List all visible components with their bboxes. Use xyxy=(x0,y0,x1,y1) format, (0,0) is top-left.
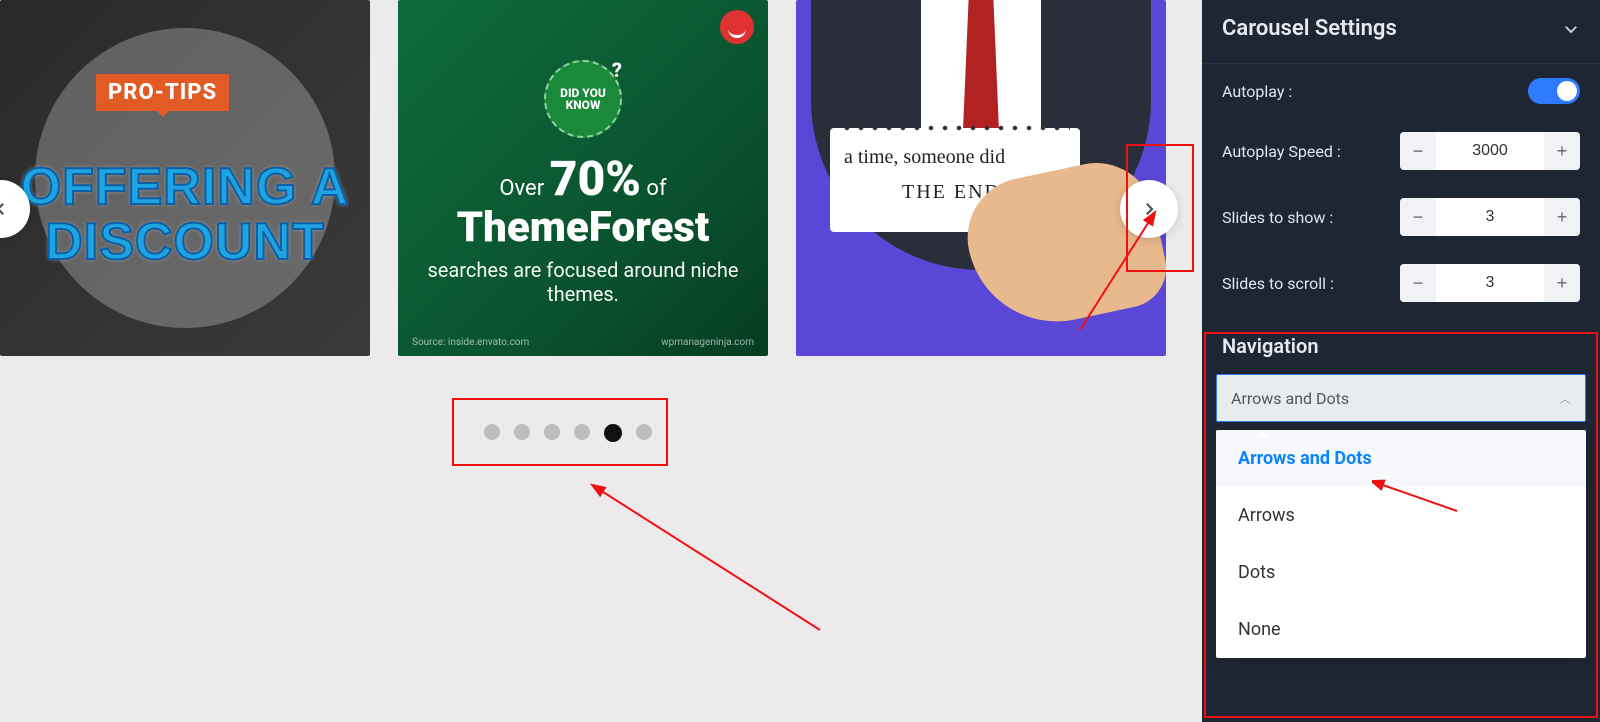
slide2-footer-right: wpmanageninja.com xyxy=(661,337,754,348)
smile-icon xyxy=(720,10,754,44)
slide2-footer: Source: inside.envato.com wpmanageninja.… xyxy=(412,337,754,348)
slide2-line1: Over 70% of xyxy=(422,150,744,207)
slide1-headline-line1: OFFERING A xyxy=(21,158,350,216)
slides-to-show-label: Slides to show : xyxy=(1222,208,1333,227)
autoplay-speed-stepper: − + xyxy=(1400,132,1580,170)
slide2-line3: searches are focused around niche themes… xyxy=(422,258,744,306)
carousel-dot[interactable] xyxy=(514,424,530,440)
slides-to-scroll-row: Slides to scroll : − + xyxy=(1202,250,1600,316)
carousel-dot[interactable] xyxy=(636,424,652,440)
navigation-option[interactable]: Arrows and Dots xyxy=(1216,430,1586,487)
carousel-track: PRO-TIPS OFFERING A DISCOUNT DID YOU KNO… xyxy=(0,0,1202,360)
slides-to-show-row: Slides to show : − + xyxy=(1202,184,1600,250)
navigation-option[interactable]: None xyxy=(1216,601,1586,658)
autoplay-speed-row: Autoplay Speed : − + xyxy=(1202,118,1600,184)
carousel-slide: PRO-TIPS OFFERING A DISCOUNT xyxy=(0,0,370,356)
slide2-line2: ThemeForest xyxy=(422,203,744,252)
navigation-dropdown: Arrows and Dots Arrows Dots None xyxy=(1216,430,1586,658)
chevron-right-icon xyxy=(1140,200,1158,218)
slide2-text: Over 70% of ThemeForest searches are foc… xyxy=(398,150,768,306)
autoplay-row: Autoplay : xyxy=(1202,64,1600,118)
slide2-line1-post: of xyxy=(641,176,667,201)
didyou-line2: KNOW xyxy=(566,99,601,111)
annotation-arrow xyxy=(580,470,840,650)
did-you-know-badge: DID YOU KNOW ? xyxy=(544,60,622,138)
carousel-dot-active[interactable] xyxy=(604,424,622,442)
navigation-select[interactable]: Arrows and Dots ︿ xyxy=(1216,374,1586,422)
navigation-section-title: Navigation xyxy=(1202,316,1600,368)
preview-canvas: PRO-TIPS OFFERING A DISCOUNT DID YOU KNO… xyxy=(0,0,1202,722)
slides-to-show-stepper: − + xyxy=(1400,198,1580,236)
stepper-minus-button[interactable]: − xyxy=(1400,264,1436,302)
carousel-next-button[interactable] xyxy=(1120,180,1178,238)
pro-tips-badge: PRO-TIPS xyxy=(96,74,229,111)
note-line1: a time, someone did xyxy=(844,146,1005,168)
carousel-dots xyxy=(462,412,674,454)
carousel-slide: a time, someone did THE END. ⚙ xyxy=(796,0,1166,356)
chevron-left-icon xyxy=(0,200,10,218)
autoplay-speed-label: Autoplay Speed : xyxy=(1222,142,1341,161)
autoplay-speed-input[interactable] xyxy=(1436,132,1544,170)
carousel-dot[interactable] xyxy=(544,424,560,440)
stepper-minus-button[interactable]: − xyxy=(1400,132,1436,170)
slide2-line1-percent: 70% xyxy=(550,150,641,207)
stepper-minus-button[interactable]: − xyxy=(1400,198,1436,236)
slide1-headline-line2: DISCOUNT xyxy=(45,213,325,271)
question-mark-icon: ? xyxy=(612,60,622,80)
panel-header[interactable]: Carousel Settings xyxy=(1202,0,1600,64)
autoplay-toggle[interactable] xyxy=(1528,78,1580,104)
carousel-slide: DID YOU KNOW ? Over 70% of ThemeForest s… xyxy=(398,0,768,356)
chevron-down-icon xyxy=(1562,20,1580,38)
stepper-plus-button[interactable]: + xyxy=(1544,132,1580,170)
settings-panel: Carousel Settings Autoplay : Autoplay Sp… xyxy=(1202,0,1600,722)
carousel-dot[interactable] xyxy=(484,424,500,440)
carousel-dot[interactable] xyxy=(574,424,590,440)
navigation-select-value: Arrows and Dots xyxy=(1231,389,1349,408)
slides-to-scroll-label: Slides to scroll : xyxy=(1222,274,1334,293)
stepper-plus-button[interactable]: + xyxy=(1544,264,1580,302)
navigation-option[interactable]: Arrows xyxy=(1216,487,1586,544)
chevron-up-icon: ︿ xyxy=(1559,390,1571,407)
stepper-plus-button[interactable]: + xyxy=(1544,198,1580,236)
autoplay-label: Autoplay : xyxy=(1222,82,1292,101)
slides-to-scroll-input[interactable] xyxy=(1436,264,1544,302)
slide2-line1-pre: Over xyxy=(499,176,549,201)
slides-to-show-input[interactable] xyxy=(1436,198,1544,236)
panel-title: Carousel Settings xyxy=(1222,16,1397,41)
navigation-option[interactable]: Dots xyxy=(1216,544,1586,601)
slides-to-scroll-stepper: − + xyxy=(1400,264,1580,302)
slide2-footer-left: Source: inside.envato.com xyxy=(412,337,529,348)
slide1-headline: OFFERING A DISCOUNT xyxy=(0,160,370,269)
